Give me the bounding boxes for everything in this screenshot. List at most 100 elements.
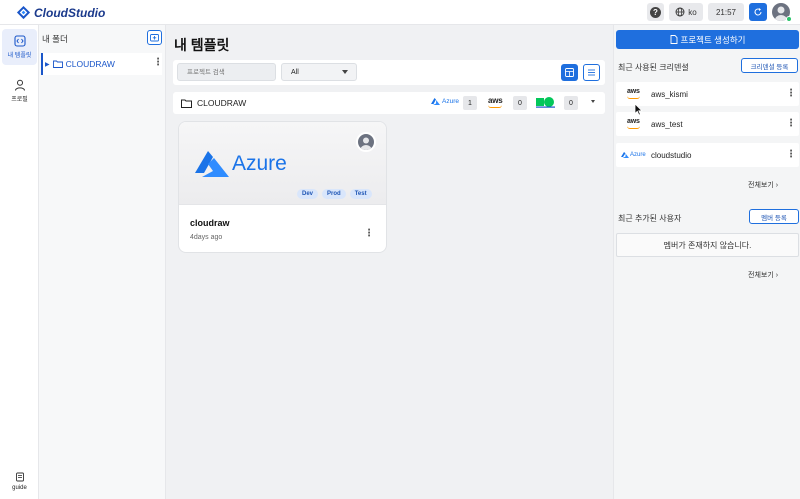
tag-test: Test <box>349 189 372 199</box>
more-options-icon[interactable]: ⋮ <box>786 150 796 160</box>
azure-brand-text: Azure <box>232 152 287 175</box>
aws-smile-icon <box>627 96 640 99</box>
azure-logo: Azure <box>195 151 287 177</box>
app-name: CloudStudio <box>34 5 106 20</box>
aws-smile-icon <box>627 126 640 129</box>
card-thumbnail: Azure Dev Prod Test <box>179 122 386 205</box>
folder-group-header[interactable]: CLOUDRAW Azure 1 aws 0 0 <box>173 92 605 114</box>
right-panel: 프로젝트 생성하기 최근 사용된 크리덴셜 크리덴셜 등록 aws aws_ki… <box>613 25 800 499</box>
create-project-button[interactable]: 프로젝트 생성하기 <box>616 30 799 49</box>
collapse-chevron-icon[interactable] <box>591 100 595 103</box>
mouse-cursor-icon <box>634 103 643 116</box>
globe-icon <box>675 7 685 17</box>
language-button[interactable]: ko <box>669 3 703 21</box>
azure-logo-icon <box>431 98 440 105</box>
filter-value: All <box>291 68 299 76</box>
caret-right-icon[interactable]: ▶ <box>45 61 50 68</box>
template-name: cloudraw <box>190 218 230 228</box>
aws-count: 0 <box>513 96 527 110</box>
aws-label: aws <box>627 118 640 125</box>
template-card[interactable]: Azure Dev Prod Test cloudraw 4days ago ⋮ <box>178 121 387 253</box>
credential-name: aws_kismi <box>651 90 688 99</box>
aws-logo-icon: aws <box>488 96 503 108</box>
aws-label: aws <box>488 96 503 105</box>
azure-provider: Azure <box>431 98 459 105</box>
tag-dev: Dev <box>297 189 319 199</box>
refresh-icon <box>754 8 762 16</box>
more-options-icon[interactable]: ⋮ <box>786 119 796 129</box>
credential-item[interactable]: aws aws_kismi ⋮ <box>616 82 799 106</box>
credential-item[interactable]: Azure cloudstudio ⋮ <box>616 143 799 167</box>
filter-select[interactable]: All <box>281 63 357 81</box>
nav-profile[interactable]: 프로필 <box>2 73 37 109</box>
card-view-button[interactable] <box>561 64 578 81</box>
folder-panel: 내 폴더 ▶ CLOUDRAW ⋮ <box>39 25 166 499</box>
environment-tags: Dev Prod Test <box>297 189 376 199</box>
project-search-input[interactable] <box>177 63 276 81</box>
document-icon <box>670 35 677 44</box>
see-all-members-link[interactable]: 전체보기 › <box>748 270 778 280</box>
help-icon: ? <box>650 6 661 18</box>
session-time: 21:57 <box>715 7 737 17</box>
card-view-icon <box>565 68 574 77</box>
aws-smile-icon <box>488 105 502 108</box>
azure-label: Azure <box>442 98 459 105</box>
nav-my-templates[interactable]: 내 템플릿 <box>2 29 37 65</box>
azure-logo: Azure <box>621 152 646 158</box>
guide-label: guide <box>12 484 27 491</box>
more-options-icon[interactable]: ⋮ <box>153 58 163 68</box>
register-credential-button[interactable]: 크리덴셜 등록 <box>741 58 798 73</box>
folder-icon <box>52 60 63 68</box>
cloudstudio-logo-icon <box>16 5 31 20</box>
ncp-count: 0 <box>564 96 578 110</box>
add-folder-icon <box>150 34 159 42</box>
template-icon <box>13 35 26 47</box>
aws-label: aws <box>627 88 640 95</box>
add-folder-button[interactable] <box>147 30 162 45</box>
session-timer: 21:57 <box>708 3 744 21</box>
folder-group-name: CLOUDRAW <box>197 98 247 108</box>
more-options-icon[interactable]: ⋮ <box>786 89 796 99</box>
left-navigation: 내 템플릿 프로필 guide <box>0 25 39 499</box>
recent-members-title: 최근 추가된 사용자 <box>618 214 682 223</box>
app-logo[interactable]: CloudStudio <box>16 5 105 20</box>
nav-label: 내 템플릿 <box>7 53 32 59</box>
credential-name: cloudstudio <box>651 151 692 160</box>
azure-logo-icon <box>195 151 229 177</box>
tag-prod: Prod <box>322 189 346 199</box>
recent-credentials-title: 최근 사용된 크리덴셜 <box>618 63 689 72</box>
register-credential-label: 크리덴셜 등록 <box>750 63 789 71</box>
aws-logo-icon: aws <box>627 118 640 129</box>
top-bar: CloudStudio ? ko 21:57 <box>0 0 800 25</box>
refresh-button[interactable] <box>749 3 767 21</box>
template-updated-time: 4days ago <box>190 234 223 241</box>
more-options-icon[interactable]: ⋮ <box>364 229 374 239</box>
folder-name: CLOUDRAW <box>65 59 115 69</box>
dropdown-arrow-icon <box>342 70 348 74</box>
person-icon <box>14 79 25 91</box>
credential-item[interactable]: aws aws_test ⋮ <box>616 112 799 136</box>
nav-label: 프로필 <box>11 97 28 103</box>
folder-icon <box>181 99 192 108</box>
see-all-credentials-link[interactable]: 전체보기 › <box>748 180 778 190</box>
book-icon <box>15 472 24 481</box>
azure-label: Azure <box>630 152 646 158</box>
folder-panel-title: 내 폴더 <box>42 34 68 44</box>
template-toolbar: All <box>173 60 605 85</box>
owner-avatar <box>356 132 376 152</box>
azure-count: 1 <box>463 96 477 110</box>
list-view-button[interactable] <box>583 64 600 81</box>
register-member-button[interactable]: 멤버 등록 <box>749 209 799 224</box>
credential-name: aws_test <box>651 120 683 129</box>
folder-item[interactable]: ▶ CLOUDRAW ⋮ <box>41 53 163 75</box>
user-avatar-icon <box>360 137 372 150</box>
list-view-icon <box>588 69 595 76</box>
members-empty-text: 멤버가 존재하지 않습니다. <box>663 240 752 250</box>
create-project-label: 프로젝트 생성하기 <box>680 34 746 45</box>
azure-logo-icon <box>621 152 629 158</box>
nav-guide[interactable]: guide <box>2 465 37 497</box>
help-button[interactable]: ? <box>647 3 664 21</box>
members-empty-state: 멤버가 존재하지 않습니다. <box>616 233 799 257</box>
page-title: 내 템플릿 <box>174 37 230 53</box>
online-status-dot <box>786 16 792 22</box>
